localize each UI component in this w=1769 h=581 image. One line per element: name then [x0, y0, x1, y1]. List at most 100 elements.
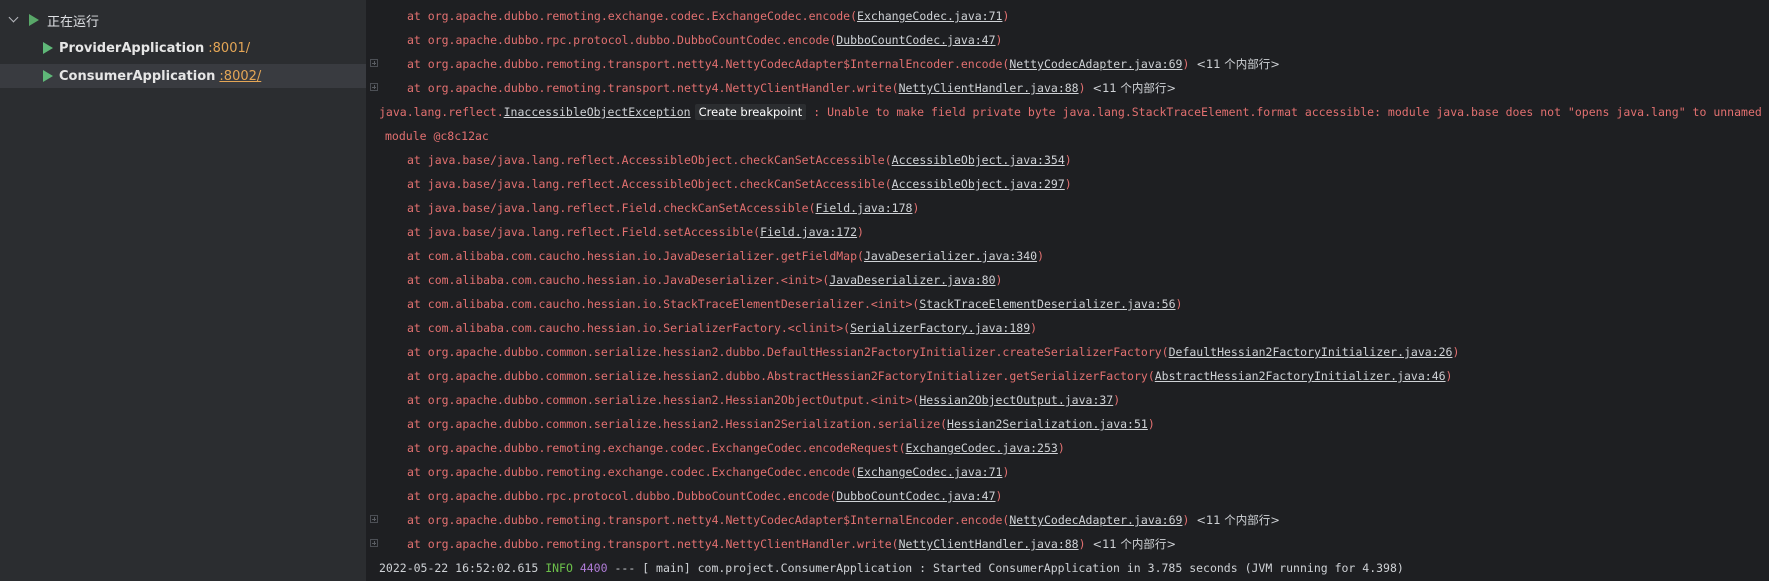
source-link[interactable]: ExchangeCodec.java:71: [857, 465, 1002, 479]
stack-frame-line: at org.apache.dubbo.remoting.exchange.co…: [367, 436, 1769, 460]
stack-frame-line: at org.apache.dubbo.remoting.transport.n…: [367, 532, 1769, 556]
folded-lines-label[interactable]: <11 个内部行>: [1196, 513, 1280, 527]
folded-lines-label[interactable]: <11 个内部行>: [1196, 57, 1280, 71]
source-link[interactable]: NettyCodecAdapter.java:69: [1009, 513, 1182, 527]
console-output[interactable]: at org.apache.dubbo.remoting.exchange.co…: [367, 0, 1769, 581]
frame-suffix: ): [1002, 465, 1010, 479]
stack-frame-line: at java.base/java.lang.reflect.Field.che…: [367, 196, 1769, 220]
source-link[interactable]: AccessibleObject.java:354: [892, 153, 1065, 167]
frame-text: at org.apache.dubbo.common.serialize.hes…: [407, 345, 1169, 359]
source-link[interactable]: Field.java:172: [760, 225, 857, 239]
exception-continuation: module @c8c12ac: [385, 129, 489, 143]
source-link[interactable]: StackTraceElementDeserializer.java:56: [919, 297, 1175, 311]
fold-expand-icon[interactable]: [370, 539, 378, 547]
folded-lines-label[interactable]: <11 个内部行>: [1092, 81, 1176, 95]
frame-suffix: ): [1445, 369, 1453, 383]
group-label: 正在运行: [47, 14, 100, 30]
app-name: ConsumerApplication: [59, 68, 216, 84]
source-link[interactable]: NettyClientHandler.java:88: [899, 537, 1079, 551]
source-link[interactable]: AbstractHessian2FactoryInitializer.java:…: [1155, 369, 1446, 383]
port-label: :8001/: [208, 40, 251, 56]
run-icon: [43, 70, 53, 82]
app-name: ProviderApplication: [59, 40, 205, 56]
frame-text: at org.apache.dubbo.remoting.transport.n…: [407, 81, 899, 95]
frame-suffix: ): [1147, 417, 1155, 431]
tree-group-running[interactable]: 正在运行: [0, 8, 366, 32]
log-line: 2022-05-22 16:52:02.615 INFO 4400 --- [ …: [367, 556, 1769, 580]
run-dashboard-sidebar: 正在运行 ProviderApplication :8001/ Consumer…: [0, 0, 367, 581]
frame-text: at java.base/java.lang.reflect.Accessibl…: [407, 153, 892, 167]
source-link[interactable]: Hessian2ObjectOutput.java:37: [919, 393, 1113, 407]
tree-item-consumer-application[interactable]: ConsumerApplication :8002/: [0, 64, 366, 88]
stack-frame-line: at org.apache.dubbo.remoting.transport.n…: [367, 76, 1769, 100]
frame-suffix: ): [1030, 321, 1038, 335]
exception-class-link[interactable]: InaccessibleObjectException: [504, 105, 691, 119]
folded-lines-label[interactable]: <11 个内部行>: [1092, 537, 1176, 551]
source-link[interactable]: JavaDeserializer.java:340: [864, 249, 1037, 263]
source-link[interactable]: JavaDeserializer.java:80: [829, 273, 995, 287]
source-link[interactable]: Hessian2Serialization.java:51: [947, 417, 1148, 431]
chevron-down-icon[interactable]: [9, 15, 19, 25]
frame-text: at org.apache.dubbo.common.serialize.hes…: [407, 393, 920, 407]
stack-frame-line: at org.apache.dubbo.rpc.protocol.dubbo.D…: [367, 484, 1769, 508]
exception-line: java.lang.reflect.InaccessibleObjectExce…: [367, 100, 1769, 124]
frame-text: at org.apache.dubbo.remoting.transport.n…: [407, 57, 1010, 71]
frame-text: at java.base/java.lang.reflect.Accessibl…: [407, 177, 892, 191]
source-link[interactable]: AccessibleObject.java:297: [892, 177, 1065, 191]
fold-expand-icon[interactable]: [370, 515, 378, 523]
fold-expand-icon[interactable]: [370, 83, 378, 91]
log-thread: [ main]: [642, 561, 691, 575]
frame-suffix: ): [1113, 393, 1121, 407]
frame-suffix: ): [1064, 153, 1072, 167]
tree-item-provider-application[interactable]: ProviderApplication :8001/: [0, 36, 366, 60]
frame-suffix: ): [1078, 537, 1086, 551]
log-timestamp: 2022-05-22 16:52:02.615: [379, 561, 539, 575]
stack-frame-line: at com.alibaba.com.caucho.hessian.io.Jav…: [367, 244, 1769, 268]
frame-text: at com.alibaba.com.caucho.hessian.io.Sta…: [407, 297, 920, 311]
frame-text: at org.apache.dubbo.remoting.exchange.co…: [407, 9, 858, 23]
source-link[interactable]: DubboCountCodec.java:47: [836, 33, 995, 47]
source-link[interactable]: Field.java:178: [816, 201, 913, 215]
source-link[interactable]: ExchangeCodec.java:71: [857, 9, 1002, 23]
frame-suffix: ): [995, 33, 1003, 47]
frame-text: at org.apache.dubbo.remoting.transport.n…: [407, 537, 899, 551]
frame-text: at com.alibaba.com.caucho.hessian.io.Ser…: [407, 321, 851, 335]
stack-frame-line: at java.base/java.lang.reflect.Accessibl…: [367, 172, 1769, 196]
fold-expand-icon[interactable]: [370, 59, 378, 67]
frame-text: at java.base/java.lang.reflect.Field.che…: [407, 201, 816, 215]
source-link[interactable]: NettyCodecAdapter.java:69: [1009, 57, 1182, 71]
frame-suffix: ): [1182, 57, 1190, 71]
frame-text: at org.apache.dubbo.remoting.transport.n…: [407, 513, 1010, 527]
stack-frame-line: at com.alibaba.com.caucho.hessian.io.Jav…: [367, 268, 1769, 292]
log-message: : Started ConsumerApplication in 3.785 s…: [919, 561, 1404, 575]
frame-suffix: ): [857, 225, 864, 239]
frame-suffix: ): [995, 273, 1003, 287]
stack-frame-line: at org.apache.dubbo.common.serialize.hes…: [367, 388, 1769, 412]
frame-text: at org.apache.dubbo.common.serialize.hes…: [407, 369, 1155, 383]
stack-frame-line: at org.apache.dubbo.remoting.transport.n…: [367, 52, 1769, 76]
port-link[interactable]: :8002/: [219, 69, 261, 84]
source-link[interactable]: DubboCountCodec.java:47: [836, 489, 995, 503]
run-icon: [29, 14, 39, 26]
stack-frame-line: at com.alibaba.com.caucho.hessian.io.Sta…: [367, 292, 1769, 316]
source-link[interactable]: NettyClientHandler.java:88: [899, 81, 1079, 95]
frame-suffix: ): [1037, 249, 1044, 263]
frame-text: at org.apache.dubbo.rpc.protocol.dubbo.D…: [407, 489, 837, 503]
create-breakpoint-button[interactable]: Create breakpoint: [694, 104, 807, 120]
log-level: INFO: [545, 561, 573, 575]
stack-frame-line: at org.apache.dubbo.common.serialize.hes…: [367, 412, 1769, 436]
frame-suffix: ): [1175, 297, 1183, 311]
source-link[interactable]: SerializerFactory.java:189: [850, 321, 1030, 335]
stack-frame-line: at org.apache.dubbo.remoting.exchange.co…: [367, 4, 1769, 28]
source-link[interactable]: DefaultHessian2FactoryInitializer.java:2…: [1169, 345, 1453, 359]
stack-frame-line: at org.apache.dubbo.common.serialize.hes…: [367, 340, 1769, 364]
stack-frame-line: at com.alibaba.com.caucho.hessian.io.Ser…: [367, 316, 1769, 340]
stack-frame-line: at java.base/java.lang.reflect.Field.set…: [367, 220, 1769, 244]
exception-continuation-line: module @c8c12ac: [367, 124, 1769, 148]
frame-text: at org.apache.dubbo.remoting.exchange.co…: [407, 465, 858, 479]
frame-suffix: ): [1002, 9, 1010, 23]
exception-message: : Unable to make field private byte java…: [813, 105, 1762, 119]
frame-text: at org.apache.dubbo.remoting.exchange.co…: [407, 441, 906, 455]
source-link[interactable]: ExchangeCodec.java:253: [906, 441, 1058, 455]
frame-suffix: ): [1452, 345, 1460, 359]
